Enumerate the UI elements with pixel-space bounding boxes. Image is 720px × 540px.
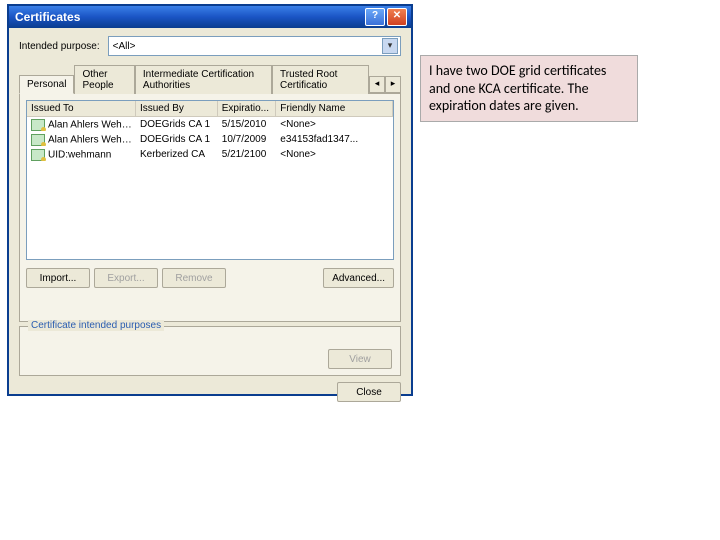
tab-personal[interactable]: Personal (19, 75, 74, 94)
cell-issued-by: DOEGrids CA 1 (136, 119, 218, 130)
certificate-icon (31, 134, 45, 146)
cell-issued-to: UID:wehmann (48, 149, 111, 160)
certificate-buttons-row: Import... Export... Remove Advanced... (26, 268, 394, 288)
certificate-list[interactable]: Issued To Issued By Expiratio... Friendl… (26, 100, 394, 260)
column-friendly-name[interactable]: Friendly Name (276, 101, 393, 116)
cell-issued-by: Kerberized CA (136, 149, 218, 160)
tab-scroll-right-button[interactable]: ▸ (385, 76, 401, 93)
view-button[interactable]: View (328, 349, 392, 369)
intended-purpose-value: <All> (113, 41, 136, 52)
tab-other-people[interactable]: Other People (74, 65, 134, 94)
cell-friendly-name: <None> (276, 149, 393, 160)
cell-expiration: 10/7/2009 (218, 134, 276, 145)
remove-button[interactable]: Remove (162, 268, 226, 288)
cell-issued-to: Alan Ahlers Wehma... (48, 134, 136, 145)
cell-expiration: 5/15/2010 (218, 119, 276, 130)
certificate-row[interactable]: Alan Ahlers Wehma... DOEGrids CA 1 5/15/… (27, 117, 393, 132)
cell-expiration: 5/21/2100 (218, 149, 276, 160)
tab-panel-personal: Issued To Issued By Expiratio... Friendl… (19, 94, 401, 322)
tab-intermediate-ca[interactable]: Intermediate Certification Authorities (135, 65, 272, 94)
titlebar: Certificates ? ✕ (9, 6, 411, 28)
tab-scroll-left-button[interactable]: ◂ (369, 76, 385, 93)
certificate-row[interactable]: Alan Ahlers Wehma... DOEGrids CA 1 10/7/… (27, 132, 393, 147)
certificate-list-header: Issued To Issued By Expiratio... Friendl… (27, 101, 393, 117)
cell-issued-by: DOEGrids CA 1 (136, 134, 218, 145)
tab-trusted-root-ca[interactable]: Trusted Root Certificatio (272, 65, 369, 94)
tab-scroll-controls: ◂ ▸ (369, 76, 401, 93)
column-expiration[interactable]: Expiratio... (218, 101, 277, 116)
column-issued-by[interactable]: Issued By (136, 101, 218, 116)
help-button[interactable]: ? (365, 8, 385, 26)
close-button[interactable]: Close (337, 382, 401, 402)
annotation-text: I have two DOE grid certificates and one… (429, 62, 606, 114)
intended-purpose-label: Intended purpose: (19, 41, 100, 52)
close-window-button[interactable]: ✕ (387, 8, 407, 26)
intended-purpose-row: Intended purpose: <All> ▾ (19, 36, 401, 56)
certificate-icon (31, 119, 45, 131)
close-row: Close (19, 382, 401, 402)
titlebar-buttons: ? ✕ (365, 8, 407, 26)
intended-purposes-fieldset: Certificate intended purposes View (19, 326, 401, 376)
export-button[interactable]: Export... (94, 268, 158, 288)
cell-friendly-name: <None> (276, 119, 393, 130)
import-button[interactable]: Import... (26, 268, 90, 288)
advanced-button[interactable]: Advanced... (323, 268, 394, 288)
annotation-callout: I have two DOE grid certificates and one… (420, 55, 638, 122)
chevron-down-icon: ▾ (382, 38, 398, 54)
cell-friendly-name: e34153fad1347... (276, 134, 393, 145)
dialog-body: Intended purpose: <All> ▾ Personal Other… (9, 28, 411, 408)
certificate-row[interactable]: UID:wehmann Kerberized CA 5/21/2100 <Non… (27, 147, 393, 162)
tab-strip: Personal Other People Intermediate Certi… (19, 64, 401, 94)
column-issued-to[interactable]: Issued To (27, 101, 136, 116)
certificate-icon (31, 149, 45, 161)
certificates-dialog: Certificates ? ✕ Intended purpose: <All>… (8, 5, 412, 395)
cell-issued-to: Alan Ahlers Wehma... (48, 119, 136, 130)
intended-purpose-select[interactable]: <All> ▾ (108, 36, 401, 56)
intended-purposes-legend: Certificate intended purposes (28, 320, 164, 331)
window-title: Certificates (15, 10, 80, 24)
